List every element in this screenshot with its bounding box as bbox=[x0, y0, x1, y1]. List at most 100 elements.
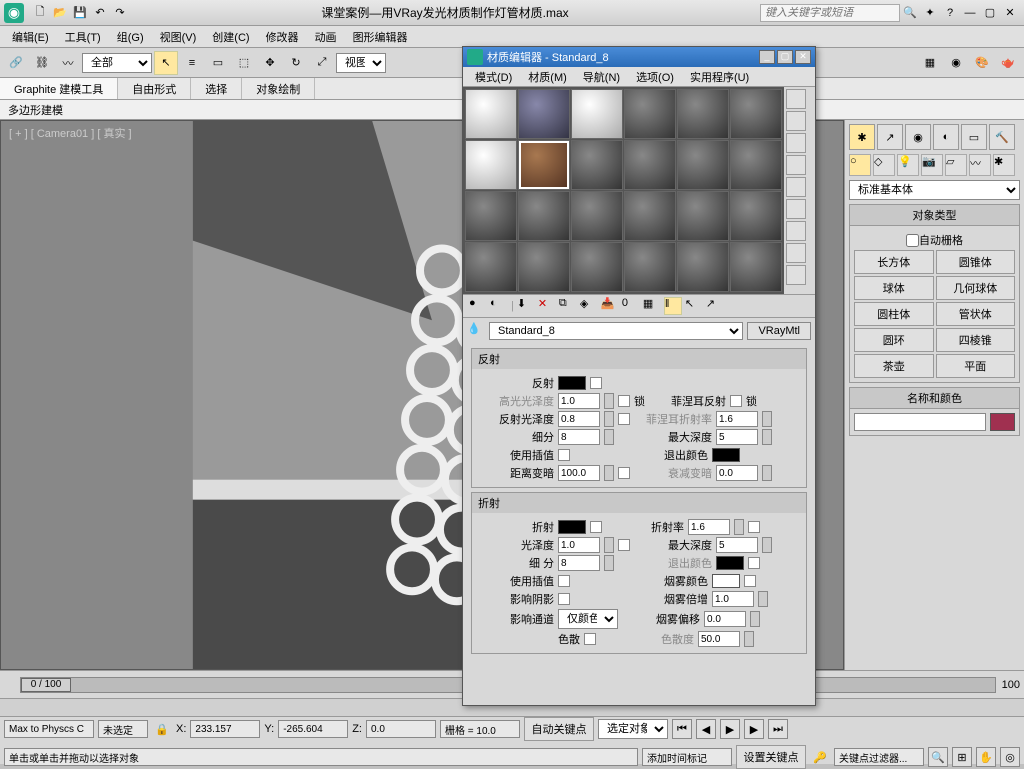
shapes-icon[interactable]: ◇ bbox=[873, 154, 895, 176]
sample-slot[interactable] bbox=[571, 242, 623, 292]
goto-start-icon[interactable]: ⏮ bbox=[672, 719, 692, 739]
timetag[interactable]: 添加时间标记 bbox=[642, 748, 732, 766]
sample-slot[interactable] bbox=[465, 191, 517, 241]
menu-modifiers[interactable]: 修改器 bbox=[258, 27, 307, 47]
mat-map-nav-icon[interactable] bbox=[786, 265, 806, 285]
material-name-input[interactable]: Standard_8 bbox=[489, 322, 743, 340]
geometry-icon[interactable]: ○ bbox=[849, 154, 871, 176]
backlight-icon[interactable] bbox=[786, 111, 806, 131]
spin[interactable] bbox=[758, 591, 768, 607]
sample-slot[interactable] bbox=[677, 242, 729, 292]
sample-slot[interactable] bbox=[465, 89, 517, 139]
object-name-input[interactable] bbox=[854, 413, 986, 431]
rinterp-check[interactable] bbox=[558, 575, 570, 587]
fresnel-check[interactable] bbox=[730, 395, 742, 407]
setkey-button[interactable]: 设置关键点 bbox=[736, 745, 806, 769]
cameras-icon[interactable]: 📷 bbox=[921, 154, 943, 176]
show-map-icon[interactable]: ▦ bbox=[643, 297, 661, 315]
binoculars-icon[interactable]: 🔍 bbox=[902, 5, 918, 21]
cone-button[interactable]: 圆锥体 bbox=[936, 250, 1016, 274]
open-icon[interactable]: 📂 bbox=[52, 5, 68, 21]
sample-slot[interactable] bbox=[730, 191, 782, 241]
fogcolor-swatch[interactable] bbox=[712, 574, 740, 588]
lights-icon[interactable]: 💡 bbox=[897, 154, 919, 176]
redo-icon[interactable]: ↷ bbox=[112, 5, 128, 21]
mat-maximize-icon[interactable]: ▢ bbox=[777, 50, 793, 64]
modify-tab[interactable]: ↗ bbox=[877, 124, 903, 150]
rgloss-spinner[interactable]: 1.0 bbox=[558, 537, 600, 553]
sample-slot[interactable] bbox=[571, 191, 623, 241]
rexitcolor-swatch[interactable] bbox=[716, 556, 744, 570]
material-type-button[interactable]: VRayMtl bbox=[747, 322, 811, 340]
exitcolor-swatch[interactable] bbox=[712, 448, 740, 462]
make-copy-icon[interactable]: ⧉ bbox=[559, 297, 577, 315]
menu-graph[interactable]: 图形编辑器 bbox=[345, 27, 416, 47]
sphere-button[interactable]: 球体 bbox=[854, 276, 934, 300]
keyfilter-icon[interactable]: 🔑 bbox=[812, 749, 828, 765]
spin[interactable] bbox=[762, 537, 772, 553]
mat-menu-material[interactable]: 材质(M) bbox=[520, 67, 575, 86]
reflect-map[interactable] bbox=[590, 377, 602, 389]
dispersion-check[interactable] bbox=[584, 633, 596, 645]
dimfall-spinner[interactable]: 0.0 bbox=[716, 465, 758, 481]
save-icon[interactable]: 💾 bbox=[72, 5, 88, 21]
refract-color[interactable] bbox=[558, 520, 586, 534]
render-icon[interactable]: 🫖 bbox=[996, 51, 1020, 75]
put-to-scene-icon[interactable]: ◐ bbox=[490, 297, 508, 315]
mat-menu-mode[interactable]: 模式(D) bbox=[467, 67, 520, 86]
mat-id-icon[interactable]: 0 bbox=[622, 297, 640, 315]
orbit-icon[interactable]: ◎ bbox=[1000, 747, 1020, 767]
help-icon[interactable]: ? bbox=[942, 5, 958, 21]
undo-icon[interactable]: ↶ bbox=[92, 5, 108, 21]
ior-map[interactable] bbox=[748, 521, 760, 533]
put-library-icon[interactable]: 📥 bbox=[601, 297, 619, 315]
mat-menu-nav[interactable]: 导航(N) bbox=[575, 67, 628, 86]
spin[interactable] bbox=[604, 555, 614, 571]
rgloss-map[interactable] bbox=[618, 539, 630, 551]
keymode-dropdown[interactable]: 选定对象 bbox=[598, 719, 668, 739]
unlink-icon[interactable]: ⛓ bbox=[30, 51, 54, 75]
interp-check[interactable] bbox=[558, 449, 570, 461]
schematic-icon[interactable]: ▦ bbox=[918, 51, 942, 75]
material-editor-icon[interactable]: ◉ bbox=[944, 51, 968, 75]
z-coord[interactable]: 0.0 bbox=[366, 720, 436, 738]
hierarchy-tab[interactable]: ◉ bbox=[905, 124, 931, 150]
spin[interactable] bbox=[762, 465, 772, 481]
sample-slot[interactable] bbox=[518, 242, 570, 292]
object-color-swatch[interactable] bbox=[990, 413, 1015, 431]
go-forward-icon[interactable]: ↗ bbox=[706, 297, 724, 315]
zoom-all-icon[interactable]: ⊞ bbox=[952, 747, 972, 767]
background-icon[interactable] bbox=[786, 133, 806, 153]
select-name-icon[interactable]: ≡ bbox=[180, 51, 204, 75]
eyedropper-icon[interactable]: 💧 bbox=[467, 322, 485, 340]
window-crossing-icon[interactable]: ⬚ bbox=[232, 51, 256, 75]
go-parent-icon[interactable]: ↖ bbox=[685, 297, 703, 315]
script-listener[interactable]: Max to Physcs C bbox=[4, 720, 94, 738]
search-input[interactable] bbox=[760, 4, 900, 22]
tab-freeform[interactable]: 自由形式 bbox=[118, 78, 191, 99]
abbe-spinner[interactable]: 50.0 bbox=[698, 631, 740, 647]
sample-slot[interactable] bbox=[730, 140, 782, 190]
spin[interactable] bbox=[762, 411, 772, 427]
spin[interactable] bbox=[734, 519, 744, 535]
menu-view[interactable]: 视图(V) bbox=[152, 27, 205, 47]
tab-paint[interactable]: 对象绘制 bbox=[242, 78, 315, 99]
menu-tools[interactable]: 工具(T) bbox=[57, 27, 109, 47]
autogrid-checkbox[interactable] bbox=[906, 234, 919, 247]
tube-button[interactable]: 管状体 bbox=[936, 302, 1016, 326]
y-coord[interactable]: -265.604 bbox=[278, 720, 348, 738]
time-handle[interactable]: 0 / 100 bbox=[21, 678, 71, 692]
spin[interactable] bbox=[604, 537, 614, 553]
reflect-color[interactable] bbox=[558, 376, 586, 390]
systems-icon[interactable]: ✱ bbox=[993, 154, 1015, 176]
create-tab[interactable]: ✱ bbox=[849, 124, 875, 150]
selection-filter[interactable]: 全部 bbox=[82, 53, 152, 73]
pan-icon[interactable]: ✋ bbox=[976, 747, 996, 767]
next-frame-icon[interactable]: ▶ bbox=[744, 719, 764, 739]
menu-animation[interactable]: 动画 bbox=[307, 27, 345, 47]
helpers-icon[interactable]: ▱ bbox=[945, 154, 967, 176]
maximize-icon[interactable]: ▢ bbox=[982, 5, 998, 21]
viewport-label[interactable]: [ + ] [ Camera01 ] [ 真实 ] bbox=[9, 125, 132, 141]
uv-tiling-icon[interactable] bbox=[786, 155, 806, 175]
fogmult-spinner[interactable]: 1.0 bbox=[712, 591, 754, 607]
